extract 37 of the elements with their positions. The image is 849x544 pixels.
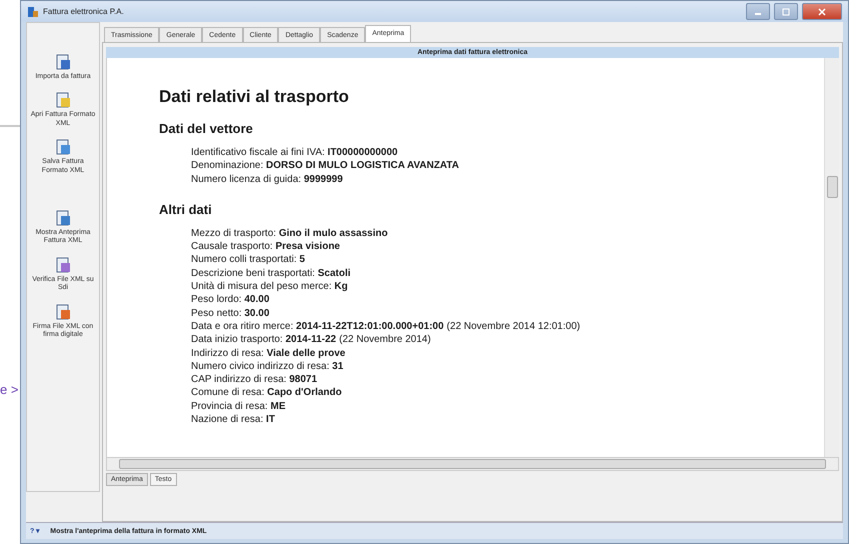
- vertical-scrollbar[interactable]: [824, 58, 839, 457]
- document-icon: [54, 302, 72, 321]
- document-icon: [54, 256, 72, 274]
- field-line: Comune di resa: Capo d'Orlando: [191, 386, 343, 400]
- close-icon: [817, 8, 827, 16]
- field-line: Identificativo fiscale ai fini IVA: IT00000000000: [191, 146, 399, 160]
- field-line: Peso lordo: 40.00: [191, 293, 270, 307]
- document-icon: [54, 138, 72, 156]
- field-line: CAP indirizzo di resa: 98071: [191, 373, 318, 386]
- field-line: Data e ora ritiro merce: 2014-11-22T12:01:00.000+01:00 (22 Novembre 2014 12:01:00): [191, 320, 582, 334]
- maximize-button[interactable]: [774, 3, 798, 20]
- app-icon: [27, 6, 39, 18]
- page-link[interactable]: e >: [0, 382, 18, 397]
- field-line: Indirizzo di resa: Viale delle prove: [191, 346, 346, 360]
- field-line: Peso netto: 30.00: [191, 306, 270, 320]
- close-button[interactable]: [802, 3, 842, 20]
- field-line: Numero colli trasportati: 5: [191, 253, 306, 267]
- horizontal-scrollbar[interactable]: [106, 457, 839, 471]
- section-heading: Altri dati: [159, 202, 213, 217]
- field-line: Provincia di resa: ME: [191, 400, 286, 414]
- maximize-icon: [781, 8, 791, 16]
- document-heading: Dati relativi al trasporto: [159, 87, 350, 107]
- field-line: Numero licenza di guida: 9999999: [191, 172, 344, 186]
- field-line: Mezzo di trasporto: Gino il mulo assassino: [191, 226, 389, 240]
- minimize-button[interactable]: [746, 3, 770, 20]
- field-line: Causale trasporto: Presa visione: [191, 240, 341, 254]
- document-icon: [54, 53, 72, 71]
- field-line: Denominazione: DORSO DI MULO LOGISTICA AVANZATA: [191, 159, 460, 173]
- field-line: Unità di misura del peso merce: Kg: [191, 280, 349, 294]
- document-icon: [54, 208, 72, 227]
- document-icon: [54, 91, 72, 110]
- window-title: Fattura elettronica P.A.: [43, 7, 124, 16]
- field-line: Descrizione beni trasportati: Scatoli: [191, 266, 352, 280]
- field-line: Numero civico indirizzo di resa: 31: [191, 360, 344, 374]
- section-heading: Dati del vettore: [159, 121, 254, 136]
- field-line: Data inizio trasporto: 2014-11-22 (22 Novembre 2014): [191, 333, 432, 347]
- field-line: Nazione di resa: IT: [191, 413, 276, 426]
